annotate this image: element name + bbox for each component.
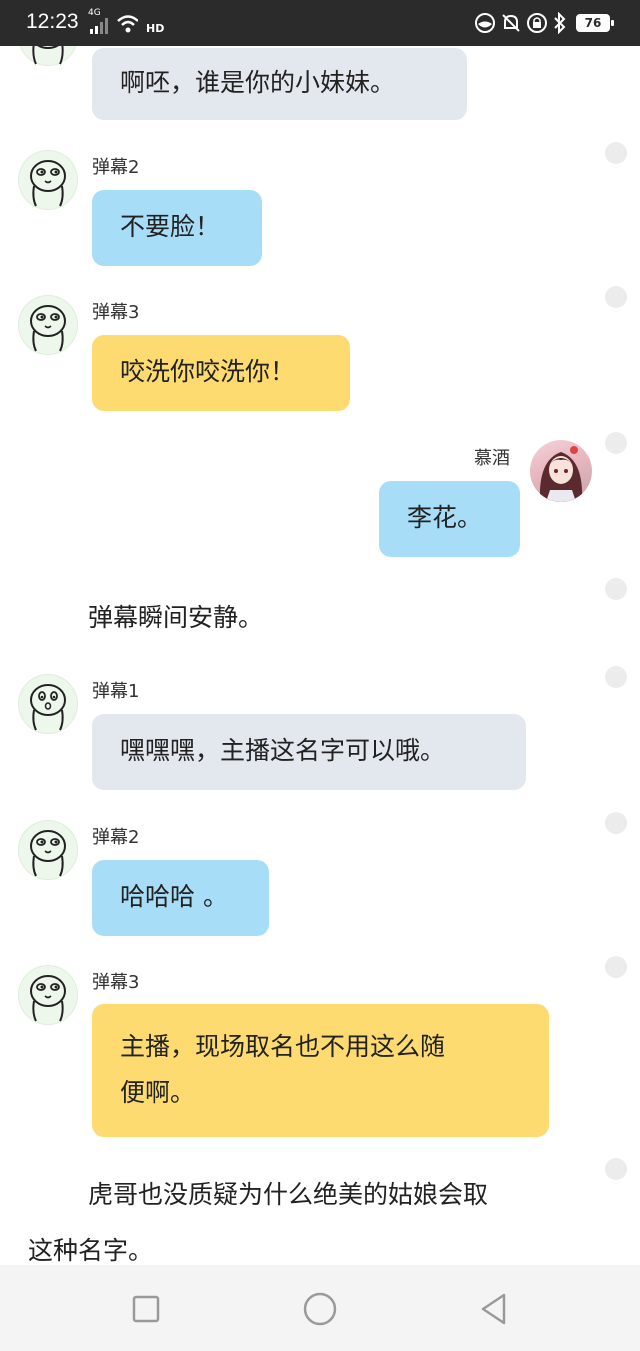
message-bubble[interactable]: 主播，现场取名也不用这么随 便啊。 [92, 1004, 549, 1137]
message-text: 咬洗你咬洗你！ [120, 357, 296, 386]
status-bar: 12:23 4G HD 76 [0, 0, 640, 46]
avatar[interactable] [18, 674, 78, 734]
narration-text-line: 这种名字。 [28, 1236, 154, 1265]
indicator-dot [605, 812, 627, 834]
avatar[interactable] [18, 965, 78, 1025]
status-time: 12:23 [26, 10, 79, 33]
message-text: 不要脸！ [120, 212, 221, 241]
meme-face-icon [30, 160, 66, 207]
avatar[interactable] [18, 295, 78, 355]
message-text: 啊呸，谁是你的小妹妹。 [120, 68, 396, 97]
message-text: 哈哈哈 。 [120, 882, 228, 911]
indicator-dot [605, 286, 627, 308]
message-text-line: 主播，现场取名也不用这么随 [120, 1032, 446, 1061]
narration-text: 弹幕瞬间安静。 [88, 603, 264, 632]
sender-name: 慕酒 [474, 448, 510, 469]
back-triangle-icon[interactable] [474, 1289, 514, 1329]
hd-badge: HD [146, 22, 165, 35]
meme-face-icon [30, 305, 66, 352]
indicator-dot [605, 666, 627, 688]
indicator-dot [605, 578, 627, 600]
avatar[interactable] [18, 820, 78, 880]
sender-name: 弹幕2 [92, 827, 140, 848]
indicator-dot [605, 956, 627, 978]
indicator-dot [605, 1158, 627, 1180]
meme-face-icon [30, 684, 66, 731]
message-bubble[interactable]: 李花。 [379, 481, 520, 557]
avatar[interactable] [18, 46, 78, 66]
wifi-icon [117, 15, 138, 33]
anime-girl-avatar-icon [539, 446, 583, 502]
message-text-line: 便啊。 [120, 1078, 196, 1107]
message-bubble[interactable]: 不要脸！ [92, 190, 262, 266]
indicator-dot [605, 432, 627, 454]
message-bubble[interactable]: 嘿嘿嘿，主播这名字可以哦。 [92, 714, 526, 790]
user-avatar[interactable] [530, 440, 592, 502]
navigation-bar [0, 1265, 640, 1351]
meme-face-icon [32, 46, 64, 65]
battery-indicator: 76 [576, 14, 614, 32]
message-text: 嘿嘿嘿，主播这名字可以哦。 [120, 736, 446, 765]
network-type: 4G [88, 8, 101, 18]
mute-bell-icon [502, 14, 520, 32]
lock-icon [527, 13, 547, 33]
bluetooth-icon [554, 12, 566, 34]
sender-name: 弹幕2 [92, 157, 140, 178]
recent-apps-square-icon[interactable] [126, 1289, 166, 1329]
sender-name: 弹幕3 [92, 302, 140, 323]
meme-face-icon [30, 830, 66, 877]
chat-area[interactable]: 啊呸，谁是你的小妹妹。 弹幕2 不要脸！ 弹幕3 咬洗你咬洗你！ 慕酒 李花。 … [0, 46, 640, 1265]
home-circle-icon[interactable] [300, 1289, 340, 1329]
avatar[interactable] [18, 150, 78, 210]
sender-name: 弹幕3 [92, 972, 140, 993]
indicator-dot [605, 142, 627, 164]
signal-icon [90, 18, 108, 34]
narration-text-line: 虎哥也没质疑为什么绝美的姑娘会取 [88, 1180, 489, 1209]
sender-name: 弹幕1 [92, 681, 140, 702]
message-bubble[interactable]: 哈哈哈 。 [92, 860, 269, 936]
message-text: 李花。 [407, 503, 483, 532]
data-saver-icon [475, 13, 495, 33]
meme-face-icon [30, 975, 66, 1022]
message-bubble[interactable]: 啊呸，谁是你的小妹妹。 [92, 48, 467, 120]
message-bubble[interactable]: 咬洗你咬洗你！ [92, 335, 350, 411]
